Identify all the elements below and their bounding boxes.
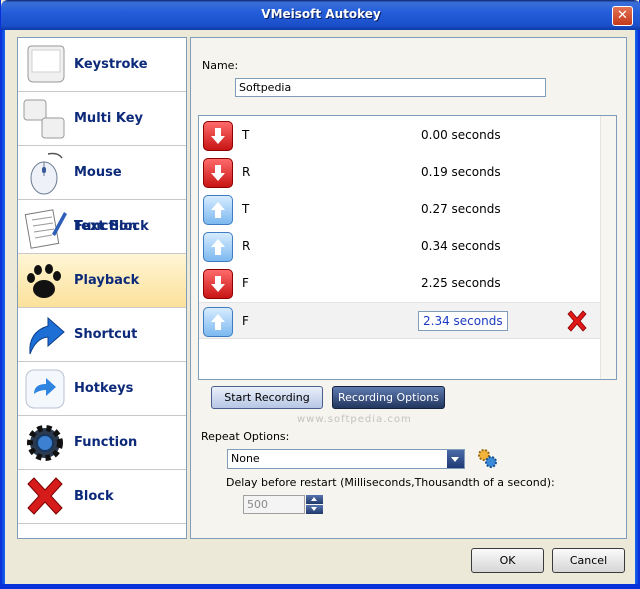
event-row[interactable]: R 0.19 seconds <box>199 154 600 191</box>
sidebar-item-keystroke[interactable]: Keystroke <box>18 38 186 92</box>
playback-panel: Name: T 0.00 seconds R 0.19 seconds T 0.… <box>190 37 627 539</box>
key-up-icon <box>203 195 233 225</box>
event-row[interactable]: R 0.34 seconds <box>199 228 600 265</box>
sidebar-item-shortcut[interactable]: Shortcut <box>18 308 186 362</box>
delay-stepper[interactable] <box>306 495 323 514</box>
sidebar-item-text-block[interactable]: Text Block <box>18 200 186 254</box>
repeat-options-select[interactable]: None <box>227 449 465 469</box>
delay-label: Delay before restart (Milliseconds,Thous… <box>226 476 555 489</box>
shortcut-arrow-icon <box>29 316 65 355</box>
sidebar-item-mouse-function[interactable]: Mouse Function <box>18 146 186 234</box>
sidebar-item-label: Function <box>74 435 138 450</box>
close-button[interactable]: ✕ <box>612 6 633 26</box>
repeat-options-label: Repeat Options: <box>201 430 290 443</box>
ok-button[interactable]: OK <box>471 548 544 573</box>
event-row[interactable]: T 0.27 seconds <box>199 191 600 228</box>
app-window: VMeisoft Autokey ✕ Keystroke Multi Key M… <box>0 0 640 589</box>
sidebar-item-block[interactable]: Block <box>18 470 186 524</box>
sidebar-item-label: Shortcut <box>74 327 138 342</box>
event-key: F <box>242 276 249 290</box>
mouse-icon <box>30 152 63 195</box>
event-row-selected[interactable]: F 2.34 seconds <box>199 302 600 339</box>
key-up-icon <box>203 232 233 262</box>
name-label: Name: <box>202 59 239 72</box>
event-time: 0.00 seconds <box>421 128 501 142</box>
stepper-down-icon[interactable] <box>306 505 323 514</box>
sidebar-item-label: Mouse Function <box>74 165 138 234</box>
event-list-rows: T 0.00 seconds R 0.19 seconds T 0.27 sec… <box>199 116 600 379</box>
name-field[interactable] <box>235 78 546 97</box>
keystroke-icon <box>27 45 65 83</box>
sidebar-item-label: Playback <box>74 273 140 288</box>
event-time: 0.34 seconds <box>421 239 501 253</box>
recording-options-button[interactable]: Recording Options <box>332 386 445 409</box>
watermark: www.softpedia.com <box>297 414 412 425</box>
text-block-icon <box>24 209 67 249</box>
settings-gears-icon[interactable] <box>476 447 498 469</box>
cancel-button[interactable]: Cancel <box>552 548 625 573</box>
sidebar-item-label: Keystroke <box>74 57 148 72</box>
block-x-icon <box>27 477 63 515</box>
sidebar-item-playback[interactable]: Playback <box>18 254 186 308</box>
event-row[interactable]: T 0.00 seconds <box>199 117 600 154</box>
event-list: T 0.00 seconds R 0.19 seconds T 0.27 sec… <box>198 115 617 380</box>
gear-icon <box>27 425 63 461</box>
window-frame-right <box>635 30 639 588</box>
multi-key-icon <box>23 99 65 139</box>
delete-icon[interactable] <box>565 309 589 333</box>
sidebar-item-label: Hotkeys <box>74 381 134 396</box>
sidebar: Keystroke Multi Key Mouse Function Text … <box>17 37 187 539</box>
paw-icon <box>27 264 61 298</box>
key-down-icon <box>203 121 233 151</box>
repeat-options-value: None <box>231 452 260 465</box>
key-up-icon <box>203 307 233 337</box>
event-key: R <box>242 165 251 179</box>
event-time: 0.19 seconds <box>421 165 501 179</box>
window-frame-left <box>1 30 5 588</box>
key-down-icon <box>203 158 233 188</box>
event-time: 0.27 seconds <box>421 202 501 216</box>
window-frame-bottom <box>1 584 639 588</box>
delay-input[interactable]: 500 <box>243 495 305 514</box>
sidebar-item-label: Text Block <box>74 219 149 234</box>
sidebar-item-label: Multi Key <box>74 111 143 126</box>
stepper-up-icon[interactable] <box>306 495 323 504</box>
title-bar: VMeisoft Autokey ✕ <box>1 0 640 30</box>
sidebar-item-hotkeys[interactable]: Hotkeys <box>18 362 186 416</box>
event-key: R <box>242 239 251 253</box>
sidebar-item-multi-key[interactable]: Multi Key <box>18 92 186 146</box>
chevron-down-icon[interactable] <box>447 450 464 468</box>
sidebar-item-label: Block <box>74 489 114 504</box>
event-key: T <box>242 128 250 142</box>
hotkeys-arrow-icon <box>25 369 65 409</box>
sidebar-item-function[interactable]: Function <box>18 416 186 470</box>
event-time-edit-field[interactable]: 2.34 seconds <box>418 311 508 331</box>
window-title: VMeisoft Autokey <box>261 7 381 21</box>
event-row[interactable]: F 2.25 seconds <box>199 265 600 302</box>
event-key: F <box>242 314 249 328</box>
event-time: 2.25 seconds <box>421 276 501 290</box>
list-scrollbar[interactable] <box>600 116 616 379</box>
event-key: T <box>242 202 250 216</box>
key-down-icon <box>203 269 233 299</box>
start-recording-button[interactable]: Start Recording <box>211 386 323 409</box>
